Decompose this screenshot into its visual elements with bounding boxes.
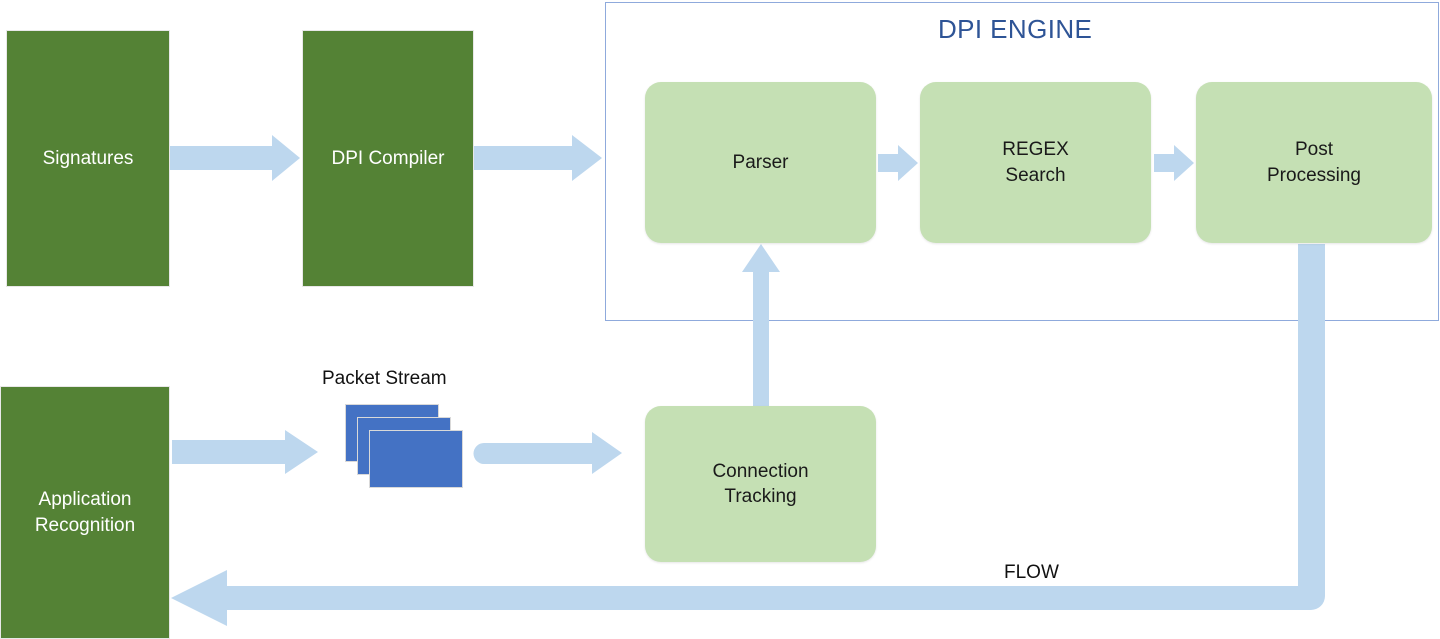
post-processing-box[interactable]: Post Processing	[1196, 82, 1432, 243]
regex-search-label-line2: Search	[1005, 164, 1066, 186]
packet-stream-label: Packet Stream	[322, 368, 447, 389]
connection-tracking-label-line2: Tracking	[724, 486, 797, 507]
dpi-compiler-label: DPI Compiler	[331, 147, 445, 169]
arrow-packets-to-connectiontracking	[473, 432, 622, 474]
application-recognition-label-line2: Recognition	[34, 514, 136, 536]
arrow-signatures-to-compiler	[170, 135, 300, 181]
dpi-engine-title: DPI ENGINE	[938, 14, 1093, 44]
arrow-apprecognition-to-packets	[172, 430, 318, 474]
application-recognition-label-line1: Application	[38, 489, 132, 511]
post-processing-label-line2: Processing	[1267, 164, 1361, 186]
diagram-canvas: DPI ENGINE Packet Stream FLOW Signatures…	[0, 0, 1440, 639]
application-recognition-box[interactable]: Application Recognition	[0, 386, 170, 639]
post-processing-label-line1: Post	[1294, 139, 1334, 161]
dpi-compiler-box[interactable]: DPI Compiler	[302, 30, 474, 287]
regex-search-box[interactable]: REGEX Search	[920, 82, 1151, 243]
arrow-compiler-to-engine	[474, 135, 602, 181]
flow-label: FLOW	[1004, 562, 1059, 583]
parser-box[interactable]: Parser	[645, 82, 876, 243]
signatures-label: Signatures	[42, 147, 134, 169]
regex-search-label-line1: REGEX	[1002, 139, 1069, 161]
signatures-box[interactable]: Signatures	[6, 30, 170, 287]
packet-icon-front	[369, 430, 463, 488]
parser-label: Parser	[732, 151, 789, 173]
connection-tracking-label-line1: Connection	[712, 460, 809, 482]
connection-tracking-box[interactable]: Connection Tracking	[645, 406, 876, 562]
